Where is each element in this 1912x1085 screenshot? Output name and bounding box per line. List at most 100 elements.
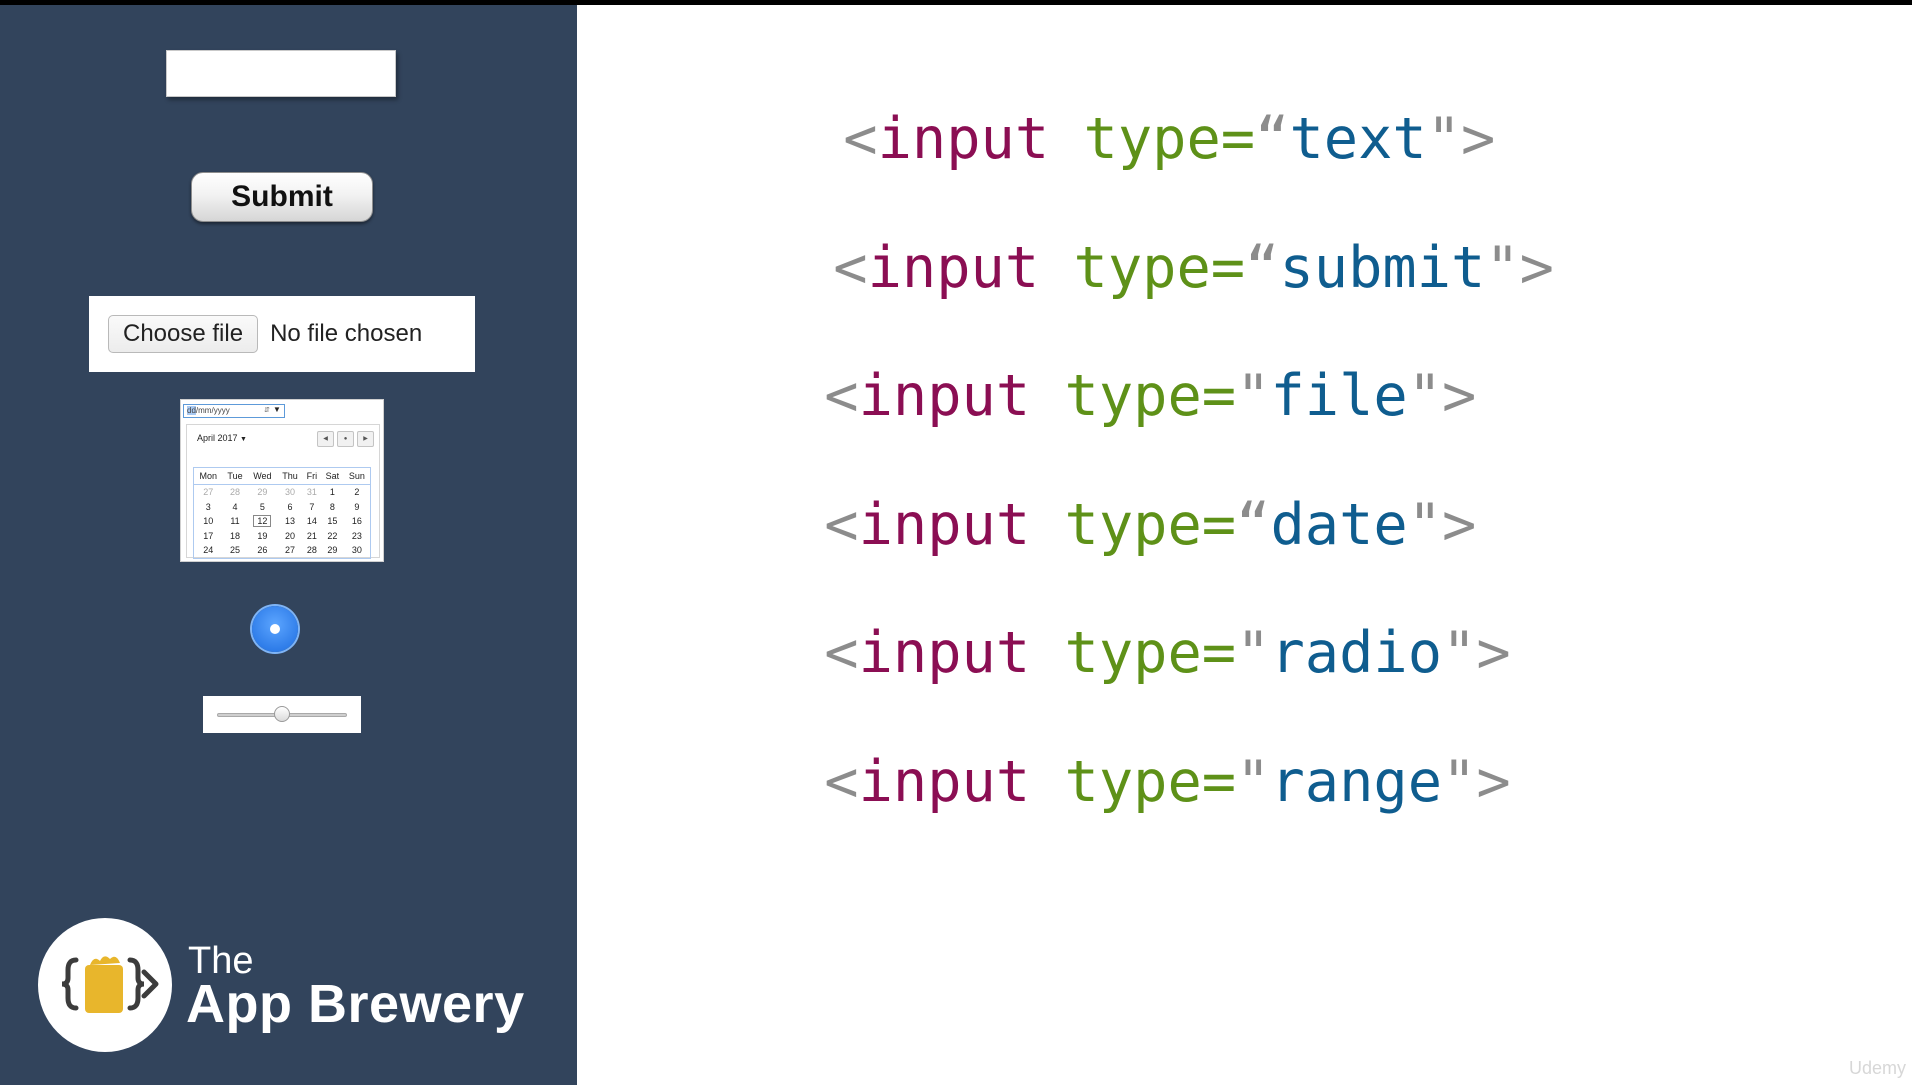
code-tag: input	[858, 363, 1031, 429]
date-picker-demo[interactable]: dd/mm/yyyy ⇵ ▼ April 2017 ▼ ◀ ● ▶ Mon Tue…	[180, 399, 384, 562]
calendar-day-cell[interactable]: 27	[277, 543, 303, 558]
code-attr: type=	[1064, 620, 1237, 686]
calendar-week-row: 27 28 29 30 31 1 2	[194, 485, 370, 500]
sidebar-demo-panel: Submit Choose file No file chosen dd/mm/…	[0, 5, 577, 1085]
date-year-segment[interactable]: yyyy	[214, 406, 230, 415]
calendar-day-cell[interactable]: 21	[303, 529, 321, 544]
today-button[interactable]: ●	[337, 431, 354, 447]
range-slider-demo[interactable]	[203, 696, 361, 733]
calendar-day-cell[interactable]: 7	[303, 500, 321, 515]
calendar-month-select[interactable]: April 2017 ▼	[197, 433, 247, 443]
calendar-day-cell[interactable]: 27	[194, 485, 222, 500]
calendar-day-cell[interactable]: 30	[277, 485, 303, 500]
calendar-day-cell[interactable]: 22	[321, 529, 344, 544]
code-value: range	[1270, 749, 1443, 815]
code-attr: type=	[1064, 363, 1237, 429]
dropdown-arrow-icon[interactable]: ▼	[273, 404, 281, 416]
submit-button-demo[interactable]: Submit	[191, 172, 373, 222]
code-close: ">	[1442, 620, 1511, 686]
calendar-day-cell[interactable]: 1	[321, 485, 344, 500]
code-open-quote: "	[1236, 620, 1271, 686]
calendar-weekday-header: Fri	[302, 468, 322, 485]
code-bracket: <	[833, 235, 868, 301]
calendar-day-cell[interactable]: 31	[303, 485, 321, 500]
code-slide: <input type=“text"> <input type=“submit"…	[577, 5, 1912, 1085]
calendar-grid: Mon Tue Wed Thu Fri Sat Sun 27 28 29 30 31 1 2 3 4 5 6 7 8…	[193, 467, 371, 559]
code-close: ">	[1485, 235, 1554, 301]
code-tag: input	[858, 620, 1031, 686]
calendar-day-cell[interactable]: 18	[222, 529, 247, 544]
calendar-day-cell[interactable]: 11	[222, 514, 247, 529]
calendar-day-cell[interactable]: 19	[248, 529, 278, 544]
date-month-segment[interactable]: mm	[198, 406, 211, 415]
code-line-range: <input type="range">	[687, 683, 1510, 881]
code-open-quote: “	[1236, 492, 1271, 558]
calendar-day-cell[interactable]: 17	[194, 529, 222, 544]
file-input-demo[interactable]: Choose file No file chosen	[89, 296, 475, 372]
code-bracket: <	[824, 620, 859, 686]
calendar-day-cell[interactable]: 16	[344, 514, 370, 529]
code-tag: input	[858, 749, 1031, 815]
text-input-demo[interactable]	[166, 50, 396, 97]
calendar-day-cell[interactable]: 30	[344, 543, 370, 558]
next-month-button[interactable]: ▶	[357, 431, 374, 447]
radio-button-demo[interactable]	[252, 606, 298, 652]
code-value: radio	[1270, 620, 1443, 686]
calendar-day-cell[interactable]: 12	[248, 514, 278, 529]
calendar-week-row: 10 11 12 13 14 15 16	[194, 514, 370, 529]
code-open-quote: "	[1236, 363, 1271, 429]
code-attr: type=	[1064, 749, 1237, 815]
app-brewery-logo	[38, 918, 172, 1052]
calendar-popup: April 2017 ▼ ◀ ● ▶ Mon Tue Wed Thu Fri Sat Sun…	[186, 424, 380, 559]
calendar-day-cell[interactable]: 8	[321, 500, 344, 515]
caret-down-icon: ▼	[240, 436, 247, 443]
code-bracket: <	[824, 749, 859, 815]
code-close: ">	[1426, 106, 1496, 172]
calendar-day-cell[interactable]: 14	[303, 514, 321, 529]
code-value: file	[1270, 363, 1408, 429]
code-close: ">	[1407, 363, 1477, 429]
calendar-day-cell[interactable]: 5	[248, 500, 278, 515]
calendar-week-row: 3456789	[194, 500, 370, 515]
calendar-day-cell[interactable]: 3	[194, 500, 222, 515]
calendar-weekday-header: Sun	[343, 468, 370, 485]
calendar-day-cell[interactable]: 15	[321, 514, 344, 529]
calendar-day-cell[interactable]: 6	[277, 500, 303, 515]
file-status-text: No file chosen	[270, 320, 423, 347]
calendar-day-cell[interactable]: 23	[344, 529, 370, 544]
brand-name-text: App Brewery	[186, 974, 525, 1034]
calendar-day-cell[interactable]: 29	[248, 485, 278, 500]
code-open-quote: "	[1236, 749, 1271, 815]
calendar-day-cell[interactable]: 28	[303, 543, 321, 558]
udemy-watermark: Udemy	[1848, 1058, 1906, 1078]
date-spin-icon[interactable]: ⇵	[264, 405, 270, 417]
date-field[interactable]: dd/mm/yyyy ⇵ ▼	[183, 404, 285, 418]
calendar-day-cell[interactable]: 25	[222, 543, 247, 558]
calendar-day-cell[interactable]: 2	[344, 485, 370, 500]
prev-month-button[interactable]: ◀	[317, 431, 334, 447]
calendar-day-cell[interactable]: 20	[277, 529, 303, 544]
calendar-day-cell[interactable]: 29	[321, 543, 344, 558]
calendar-weekday-header: Thu	[277, 468, 303, 485]
code-tag: input	[858, 492, 1031, 558]
calendar-day-cell[interactable]: 10	[194, 514, 222, 529]
calendar-day-cell[interactable]: 13	[277, 514, 303, 529]
calendar-day-cell[interactable]: 26	[248, 543, 278, 558]
calendar-day-cell[interactable]: 24	[194, 543, 222, 558]
code-close: ">	[1407, 492, 1477, 558]
code-attr: type=	[1083, 106, 1256, 172]
choose-file-button[interactable]: Choose file	[108, 315, 259, 353]
code-attr: type=	[1073, 235, 1246, 301]
code-attr: type=	[1064, 492, 1237, 558]
code-bracket: <	[824, 363, 859, 429]
code-tag: input	[877, 106, 1050, 172]
range-thumb[interactable]	[274, 706, 290, 722]
code-value: date	[1270, 492, 1408, 558]
calendar-day-cell[interactable]: 28	[222, 485, 247, 500]
code-value: text	[1289, 106, 1427, 172]
calendar-week-row: 24 25 26 27 28 29 30	[194, 543, 370, 558]
calendar-day-cell[interactable]: 4	[222, 500, 247, 515]
code-bracket: <	[824, 492, 859, 558]
date-day-segment[interactable]: dd	[187, 406, 196, 415]
calendar-day-cell[interactable]: 9	[344, 500, 370, 515]
